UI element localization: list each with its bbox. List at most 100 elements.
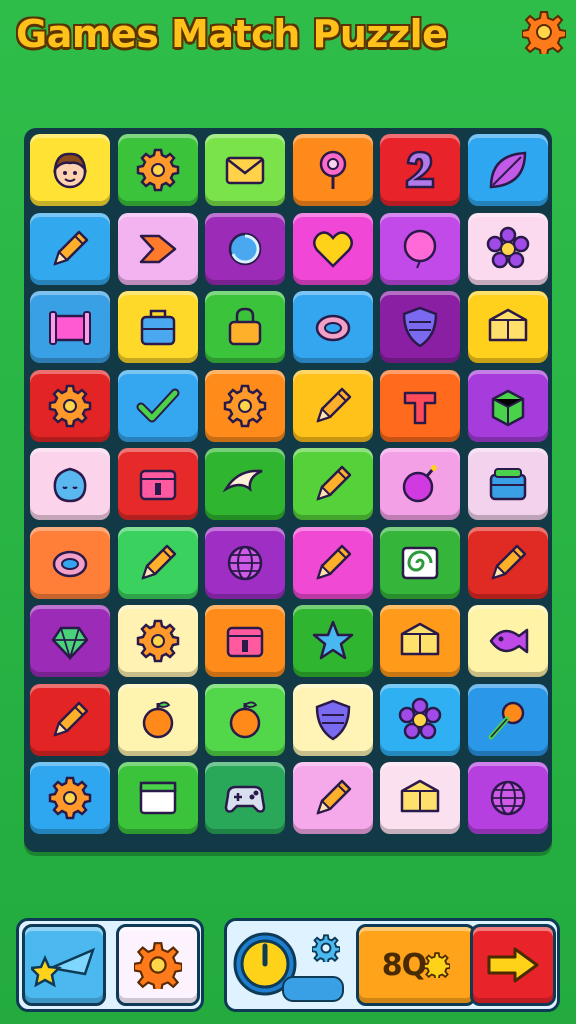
tile[interactable] xyxy=(117,683,198,756)
window-icon xyxy=(139,781,176,815)
flower-icon xyxy=(399,697,442,739)
gear-icon xyxy=(136,619,179,663)
globe-icon xyxy=(490,780,526,816)
lock-icon xyxy=(228,307,262,346)
tile[interactable] xyxy=(117,526,198,599)
tile[interactable] xyxy=(30,526,110,599)
tile[interactable] xyxy=(468,448,548,520)
tile[interactable] xyxy=(30,448,110,520)
arrow-icon xyxy=(139,234,176,263)
tile[interactable] xyxy=(468,291,548,363)
tile[interactable] xyxy=(205,762,286,834)
envelope-icon xyxy=(225,156,265,185)
pencil-icon xyxy=(316,779,352,815)
tile[interactable] xyxy=(468,683,548,756)
tile[interactable] xyxy=(205,605,286,677)
bomb-icon xyxy=(403,465,438,503)
pencil-icon xyxy=(53,230,89,266)
tile[interactable] xyxy=(205,369,286,442)
tile[interactable] xyxy=(292,369,373,442)
tile[interactable] xyxy=(30,369,110,442)
tile[interactable] xyxy=(205,683,286,756)
gear-icon xyxy=(134,942,182,989)
tile[interactable] xyxy=(117,134,198,206)
tile[interactable] xyxy=(117,212,198,285)
gear-icon xyxy=(223,384,267,427)
tile[interactable] xyxy=(117,291,198,363)
tile[interactable] xyxy=(380,448,461,520)
swirl-icon xyxy=(228,232,262,265)
tile[interactable] xyxy=(205,134,286,206)
tile[interactable] xyxy=(205,448,286,520)
pencil-icon xyxy=(491,544,527,580)
shooting-star-icon xyxy=(31,947,96,988)
tile[interactable] xyxy=(380,291,461,363)
tile[interactable] xyxy=(30,683,110,756)
lunchbox-icon xyxy=(489,468,527,501)
check-icon xyxy=(136,388,180,422)
tile[interactable] xyxy=(380,212,461,285)
tile[interactable] xyxy=(380,526,461,599)
tile[interactable] xyxy=(380,369,461,442)
frame-icon xyxy=(49,311,91,345)
tile[interactable] xyxy=(292,134,373,206)
tile[interactable] xyxy=(292,291,373,363)
tile[interactable] xyxy=(292,605,373,677)
gear-icon xyxy=(136,148,179,192)
tile[interactable] xyxy=(380,605,461,677)
settings-powerup-button[interactable] xyxy=(116,924,200,1006)
tile[interactable] xyxy=(468,526,548,599)
tile[interactable] xyxy=(117,762,198,834)
tile[interactable] xyxy=(292,212,373,285)
tile[interactable] xyxy=(30,134,110,206)
location-pin-icon xyxy=(319,150,347,189)
shooting-star-button[interactable] xyxy=(22,924,106,1006)
tile[interactable] xyxy=(30,212,110,285)
tile[interactable] xyxy=(292,683,373,756)
gamepad-icon xyxy=(224,785,266,813)
balloon-icon xyxy=(404,229,437,268)
tile[interactable] xyxy=(380,683,461,756)
globe-icon xyxy=(227,545,263,580)
pencil-icon xyxy=(141,544,176,580)
calendar-icon xyxy=(226,626,264,658)
tile[interactable] xyxy=(30,762,110,834)
progress-pill xyxy=(282,976,344,1002)
tile[interactable] xyxy=(117,448,198,520)
pin-icon xyxy=(488,701,525,739)
gear-icon xyxy=(424,952,451,978)
game-title: Games Match Puzzle xyxy=(16,12,448,56)
tile[interactable] xyxy=(468,762,548,834)
settings-button[interactable] xyxy=(520,8,568,56)
bag-icon xyxy=(140,309,175,346)
tile[interactable] xyxy=(292,526,373,599)
ring-icon xyxy=(315,314,351,342)
tile[interactable] xyxy=(205,291,286,363)
spiral-icon xyxy=(402,546,439,579)
tile[interactable] xyxy=(292,762,373,834)
tile[interactable] xyxy=(468,369,548,442)
ring-icon xyxy=(52,550,88,577)
tile[interactable] xyxy=(205,212,286,285)
tile[interactable] xyxy=(117,605,198,677)
number-two-icon xyxy=(406,150,435,189)
tile[interactable] xyxy=(468,134,548,206)
flower-icon xyxy=(486,226,530,268)
tile[interactable] xyxy=(468,605,548,677)
pencil-icon xyxy=(316,465,352,501)
tile[interactable] xyxy=(292,448,373,520)
tile[interactable] xyxy=(30,291,110,363)
pencil-icon xyxy=(316,387,352,423)
gem-icon xyxy=(51,626,89,662)
tile[interactable] xyxy=(117,369,198,442)
tile[interactable] xyxy=(30,605,110,677)
mini-gear xyxy=(311,934,341,966)
tile[interactable] xyxy=(468,212,548,285)
score-display: 8Q xyxy=(356,924,476,1006)
tile[interactable] xyxy=(380,762,461,834)
heart-icon xyxy=(312,230,353,268)
next-button[interactable] xyxy=(470,924,556,1006)
face-icon xyxy=(53,152,87,189)
tile[interactable] xyxy=(380,134,461,206)
tile[interactable] xyxy=(205,526,286,599)
